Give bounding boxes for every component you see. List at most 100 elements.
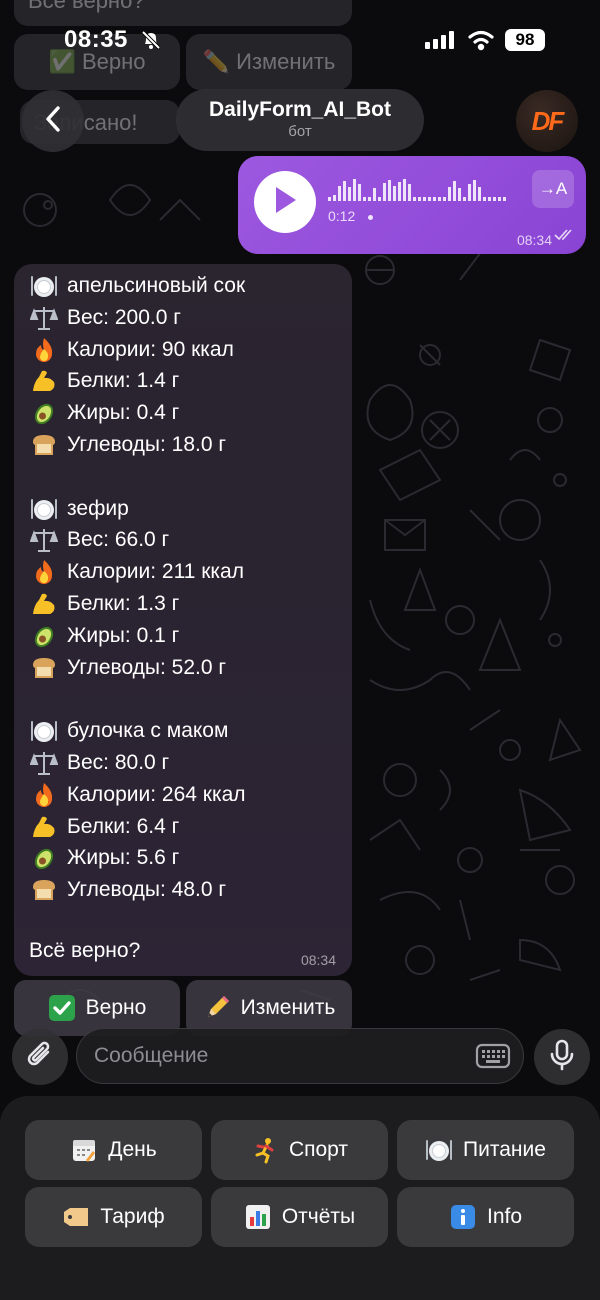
nutrition-food-name-text: булочка с маком <box>67 719 229 743</box>
plate-icon <box>30 495 58 523</box>
keyboard-button-3[interactable]: Питание <box>397 1120 574 1180</box>
nutrition-weight-text: Вес: 66.0 г <box>67 528 170 552</box>
muscle-icon <box>30 367 58 395</box>
nutrition-protein-line: Белки: 1.4 г <box>30 366 179 396</box>
plate-icon <box>425 1136 453 1164</box>
voice-message-time: 08:34 <box>516 232 552 248</box>
keyboard-button-4[interactable]: Тариф <box>25 1187 202 1247</box>
voice-message-bubble[interactable]: 0:12 →A 08:34 <box>238 156 586 254</box>
info-icon <box>449 1203 477 1231</box>
keyboard-button-label: Питание <box>463 1138 546 1161</box>
message-placeholder: Сообщение <box>94 1044 209 1067</box>
nutrition-calories-line: Калории: 90 ккал <box>30 335 234 365</box>
nutrition-food-name-line: апельсиновый сок <box>30 271 245 301</box>
listened-dot <box>368 215 373 220</box>
play-icon <box>272 185 298 220</box>
avatar[interactable]: DF <box>516 90 578 152</box>
nutrition-protein-text: Белки: 1.3 г <box>67 592 180 615</box>
keyboard-button-label: Info <box>486 1205 523 1228</box>
nutrition-protein-text: Белки: 1.4 г <box>67 369 180 393</box>
attach-button[interactable] <box>12 1029 68 1085</box>
bar-chart-icon <box>244 1203 272 1231</box>
bell-off-icon <box>140 29 162 56</box>
nutrition-carbs-text: Углеводы: 18.0 г <box>67 433 227 456</box>
nutrition-carbs-text: Углеводы: 48.0 г <box>67 878 227 902</box>
paperclip-icon <box>26 1040 54 1075</box>
edit-label: Изменить <box>240 996 336 1019</box>
plate-icon <box>30 717 58 745</box>
bread-icon <box>30 876 58 904</box>
bread-icon <box>30 431 58 459</box>
play-button[interactable] <box>254 171 316 233</box>
back-button[interactable] <box>22 90 84 152</box>
nutrition-food-name-text: зефир <box>67 496 129 520</box>
nutrition-weight-text: Вес: 80.0 г <box>67 751 170 774</box>
avocado-icon <box>30 622 58 650</box>
chevron-left-icon <box>44 105 62 138</box>
keyboard-button-2[interactable]: Спорт <box>211 1120 388 1180</box>
keyboard-button-label: Спорт <box>288 1138 349 1161</box>
nutrition-fat-line: Жиры: 5.6 г <box>30 843 179 873</box>
bread-icon <box>30 654 58 682</box>
nutrition-fat-line: Жиры: 0.4 г <box>30 398 179 428</box>
nutrition-fat-text: Жиры: 0.1 г <box>67 623 180 647</box>
check-mark-icon <box>48 994 76 1022</box>
nutrition-weight-line: Вес: 80.0 г <box>29 748 170 778</box>
muscle-icon <box>30 590 58 618</box>
scales-icon <box>29 749 59 777</box>
reply-keyboard: День Спорт Питание Тариф Отчёты Info <box>0 1096 600 1300</box>
voice-waveform[interactable] <box>328 178 518 207</box>
signal-icon <box>425 31 457 54</box>
transcribe-button[interactable]: →A <box>532 170 574 208</box>
nutrition-food-name-line: булочка с маком <box>30 716 228 746</box>
nutrition-calories-line: Калории: 211 ккал <box>30 557 244 587</box>
nutrition-fat-text: Жиры: 5.6 г <box>67 846 180 870</box>
avatar-logo: DF <box>531 105 565 136</box>
nutrition-carbs-text: Углеводы: 52.0 г <box>67 655 227 679</box>
nutrition-weight-line: Вес: 66.0 г <box>29 525 170 555</box>
nutrition-fat-line: Жиры: 0.1 г <box>30 621 179 651</box>
calendar-icon <box>70 1136 98 1164</box>
nutrition-protein-text: Белки: 6.4 г <box>67 814 180 838</box>
avocado-icon <box>30 844 58 872</box>
keyboard-button-1[interactable]: День <box>25 1120 202 1180</box>
nutrition-calories-text: Калории: 90 ккал <box>67 337 234 361</box>
fire-icon <box>30 336 58 364</box>
keyboard-button-6[interactable]: Info <box>397 1187 574 1247</box>
nutrition-protein-line: Белки: 6.4 г <box>30 812 179 842</box>
fire-icon <box>30 781 58 809</box>
plate-icon <box>30 272 58 300</box>
bot-subtitle: бот <box>288 123 312 140</box>
status-bar: 08:35 98 <box>0 0 600 80</box>
tag-icon <box>62 1203 90 1231</box>
scales-icon <box>29 304 59 332</box>
runner-icon <box>251 1136 279 1164</box>
nutrition-weight-text: Вес: 200.0 г <box>67 305 181 329</box>
chat-title[interactable]: DailyForm_AI_Bot бот <box>176 89 424 151</box>
nutrition-food-name-line: зефир <box>30 494 129 524</box>
avocado-icon <box>30 399 58 427</box>
keyboard-icon[interactable] <box>475 1042 511 1075</box>
wifi-icon <box>467 29 495 56</box>
microphone-icon <box>550 1039 574 1076</box>
nutrition-carbs-line: Углеводы: 18.0 г <box>30 430 226 460</box>
voice-record-button[interactable] <box>534 1029 590 1085</box>
keyboard-button-label: Тариф <box>100 1205 165 1228</box>
bot-message-time: 08:34 <box>300 952 336 968</box>
nutrition-carbs-line: Углеводы: 52.0 г <box>30 653 226 683</box>
confirm-label: Верно <box>85 996 147 1019</box>
bot-message-bubble: 08:34 апельсиновый сок Вес: 200.0 г Калори… <box>14 264 352 976</box>
nutrition-protein-line: Белки: 1.3 г <box>30 589 179 619</box>
message-input[interactable]: Сообщение <box>76 1028 524 1084</box>
keyboard-button-5[interactable]: Отчёты <box>211 1187 388 1247</box>
nutrition-fat-text: Жиры: 0.4 г <box>67 401 180 425</box>
battery-icon: 98 <box>505 29 545 51</box>
nutrition-calories-text: Калории: 264 ккал <box>67 782 246 806</box>
voice-duration: 0:12 <box>328 208 356 224</box>
nutrition-calories-line: Калории: 264 ккал <box>30 780 246 810</box>
scales-icon <box>29 526 59 554</box>
confirmation-question: Всё верно? <box>29 939 141 962</box>
bot-name: DailyForm_AI_Bot <box>208 98 392 121</box>
nutrition-weight-line: Вес: 200.0 г <box>29 303 181 333</box>
nutrition-food-name-text: апельсиновый сок <box>67 274 246 297</box>
